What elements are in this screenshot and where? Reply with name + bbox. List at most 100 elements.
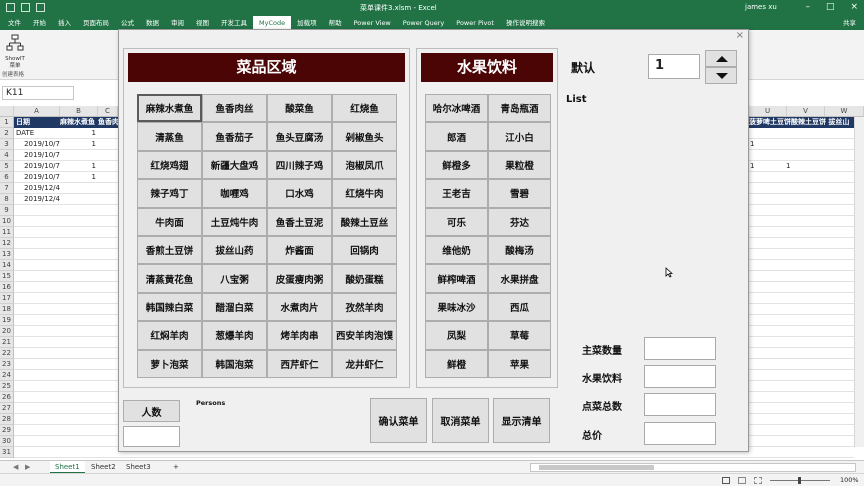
vertical-scrollbar[interactable] — [854, 117, 864, 447]
row-header[interactable]: 6 — [0, 172, 14, 183]
dish-button[interactable]: 咖喱鸡 — [202, 179, 267, 208]
default-value-field[interactable]: 1 — [648, 54, 700, 79]
dish-button[interactable]: 红烧牛肉 — [332, 179, 397, 208]
dish-button[interactable]: 泡椒凤爪 — [332, 150, 397, 180]
row-header[interactable]: 3 — [0, 139, 14, 150]
zoom-slider-thumb[interactable] — [798, 477, 801, 484]
dish-button[interactable]: 红烧鱼 — [332, 94, 397, 123]
ribbon-tab[interactable]: 文件 — [2, 16, 27, 30]
dish-button[interactable]: 皮蛋瘦肉粥 — [267, 264, 332, 293]
dish-button[interactable]: 西芹虾仁 — [267, 349, 332, 378]
total-price-field[interactable] — [644, 422, 716, 445]
dish-button[interactable]: 龙井虾仁 — [332, 349, 397, 378]
cell-b2[interactable]: 1 — [60, 128, 96, 139]
row-header[interactable]: 18 — [0, 304, 14, 315]
cell-b3[interactable]: 1 — [60, 139, 96, 150]
row-header[interactable]: 14 — [0, 260, 14, 271]
row-header[interactable]: 21 — [0, 337, 14, 348]
row-header[interactable]: 23 — [0, 359, 14, 370]
cell-a3[interactable]: 2019/10/7 — [16, 139, 60, 150]
dish-button[interactable]: 酸辣土豆丝 — [332, 207, 397, 236]
column-header-v[interactable]: V — [787, 106, 825, 117]
row-header[interactable]: 8 — [0, 194, 14, 205]
dish-button[interactable]: 麻辣水煮鱼 — [137, 94, 202, 123]
dish-button[interactable]: 牛肉面 — [137, 207, 202, 236]
showit-menu-button[interactable]: ShowIT 菜单 — [3, 34, 27, 70]
dish-button[interactable]: 酸奶蛋糕 — [332, 264, 397, 293]
row-header[interactable]: 7 — [0, 183, 14, 194]
column-header-b[interactable]: B — [60, 106, 98, 117]
row-header[interactable]: 11 — [0, 227, 14, 238]
ribbon-tab[interactable]: Power Query — [397, 16, 450, 30]
row-header[interactable]: 19 — [0, 315, 14, 326]
header-cell-dish-2[interactable]: 鱼香肉 — [98, 117, 118, 128]
ribbon-tab[interactable]: 开发工具 — [215, 16, 253, 30]
drink-button[interactable]: 青岛瓶酒 — [488, 94, 551, 123]
ribbon-tab[interactable]: 插入 — [52, 16, 77, 30]
drink-button[interactable]: 鲜橙 — [425, 349, 488, 378]
drink-button[interactable]: 西瓜 — [488, 292, 551, 322]
select-all-corner[interactable] — [0, 106, 14, 117]
name-box[interactable]: K11 — [2, 86, 74, 100]
ribbon-tab[interactable]: 加载项 — [291, 16, 323, 30]
ribbon-tab[interactable]: 页面布局 — [77, 16, 115, 30]
dish-button[interactable]: 西安羊肉泡馍 — [332, 321, 397, 350]
row-header[interactable]: 10 — [0, 216, 14, 227]
row-header[interactable]: 29 — [0, 425, 14, 436]
ribbon-tab[interactable]: Power Pivot — [450, 16, 500, 30]
column-header-w[interactable]: W — [825, 106, 864, 117]
dish-button[interactable]: 水煮肉片 — [267, 292, 332, 322]
drink-button[interactable]: 郎酒 — [425, 122, 488, 151]
row-header[interactable]: 9 — [0, 205, 14, 216]
page-break-icon[interactable] — [754, 477, 762, 484]
drink-button[interactable]: 酸梅汤 — [488, 235, 551, 265]
page-layout-icon[interactable] — [738, 477, 746, 484]
drink-button[interactable]: 鲜榨啤酒 — [425, 264, 488, 293]
dish-button[interactable]: 鱼香肉丝 — [202, 94, 267, 123]
drink-button[interactable]: 草莓 — [488, 321, 551, 350]
dish-button[interactable]: 烤羊肉串 — [267, 321, 332, 350]
cell-a6[interactable]: 2019/10/7 — [16, 172, 60, 183]
order-list-box[interactable] — [566, 110, 742, 330]
dish-button[interactable]: 鱼香土豆泥 — [267, 207, 332, 236]
dish-button[interactable]: 八宝粥 — [202, 264, 267, 293]
column-header-u[interactable]: U — [749, 106, 787, 117]
dish-button[interactable]: 韩国泡菜 — [202, 349, 267, 378]
row-header[interactable]: 22 — [0, 348, 14, 359]
dish-button[interactable]: 土豆炖牛肉 — [202, 207, 267, 236]
dish-button[interactable]: 回锅肉 — [332, 235, 397, 265]
row-header[interactable]: 13 — [0, 249, 14, 260]
header-cell-dish[interactable]: 麻辣水煮鱼 — [60, 117, 98, 128]
ribbon-tab[interactable]: 数据 — [140, 16, 165, 30]
dish-button[interactable]: 孜然羊肉 — [332, 292, 397, 322]
dish-button[interactable]: 红烧鸡翅 — [137, 150, 202, 180]
show-list-button[interactable]: 显示清单 — [493, 398, 550, 443]
row-header[interactable]: 25 — [0, 381, 14, 392]
ribbon-tab[interactable]: 公式 — [115, 16, 140, 30]
normal-view-icon[interactable] — [722, 477, 730, 484]
drink-button[interactable]: 果粒橙 — [488, 150, 551, 180]
row-header[interactable]: 30 — [0, 436, 14, 447]
header-cell-date[interactable]: 日期 — [14, 117, 60, 128]
dish-button[interactable]: 香煎土豆饼 — [137, 235, 202, 265]
spin-down-button[interactable] — [705, 67, 737, 84]
drink-button[interactable]: 苹果 — [488, 349, 551, 378]
cell-a4[interactable]: 2019/10/7 — [16, 150, 60, 161]
persons-field[interactable] — [123, 426, 180, 447]
dish-button[interactable]: 炸酱面 — [267, 235, 332, 265]
row-header[interactable]: 20 — [0, 326, 14, 337]
column-header-a[interactable]: A — [14, 106, 60, 117]
redo-icon[interactable] — [36, 3, 45, 12]
dish-button[interactable]: 新疆大盘鸡 — [202, 150, 267, 180]
drink-button[interactable]: 哈尔冰啤酒 — [425, 94, 488, 123]
dish-button[interactable]: 萝卜泡菜 — [137, 349, 202, 378]
close-window-icon[interactable]: × — [850, 2, 858, 12]
cell-a8[interactable]: 2019/12/4 — [16, 194, 60, 205]
row-header[interactable]: 16 — [0, 282, 14, 293]
column-header-c[interactable]: C — [98, 106, 118, 117]
save-icon[interactable] — [6, 3, 15, 12]
drink-count-field[interactable] — [644, 365, 716, 388]
drink-button[interactable]: 维他奶 — [425, 235, 488, 265]
ribbon-tab[interactable]: MyCode — [253, 16, 292, 30]
cell-a2[interactable]: DATE — [16, 128, 60, 139]
